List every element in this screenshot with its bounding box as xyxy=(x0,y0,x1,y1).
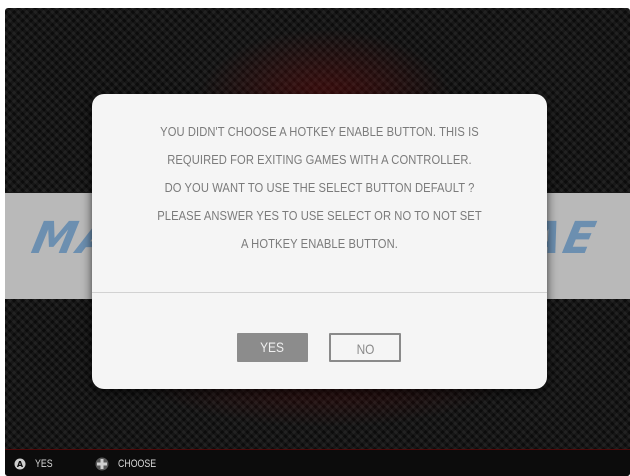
no-button[interactable]: NO xyxy=(329,333,401,362)
dialog-message-line: PLEASE ANSWER YES TO USE SELECT OR NO TO… xyxy=(157,208,482,223)
help-label-yes: YES xyxy=(35,457,53,470)
screen: MA AE YOU DIDN'T CHOOSE A HOTKEY ENABLE … xyxy=(5,8,630,476)
dialog-message-line: YOU DIDN'T CHOOSE A HOTKEY ENABLE BUTTON… xyxy=(160,124,479,139)
help-bar: A YES CHOOSE xyxy=(5,449,630,476)
a-button-icon: A xyxy=(14,458,26,470)
yes-button-label: YES xyxy=(260,339,285,355)
hotkey-dialog: YOU DIDN'T CHOOSE A HOTKEY ENABLE BUTTON… xyxy=(92,94,547,389)
help-item-yes: A YES xyxy=(14,450,57,476)
yes-button[interactable]: YES xyxy=(237,333,308,362)
dialog-message: YOU DIDN'T CHOOSE A HOTKEY ENABLE BUTTON… xyxy=(112,118,527,258)
dialog-message-line: DO YOU WANT TO USE THE SELECT BUTTON DEF… xyxy=(164,180,475,195)
svg-text:A: A xyxy=(17,460,24,469)
dialog-message-line: REQUIRED FOR EXITING GAMES WITH A CONTRO… xyxy=(167,152,472,167)
no-button-label: NO xyxy=(356,341,374,357)
dialog-divider xyxy=(92,292,547,293)
dpad-icon xyxy=(95,457,109,471)
help-label-choose: CHOOSE xyxy=(118,457,157,470)
help-item-choose: CHOOSE xyxy=(95,450,166,476)
dialog-message-line: A HOTKEY ENABLE BUTTON. xyxy=(241,236,398,251)
